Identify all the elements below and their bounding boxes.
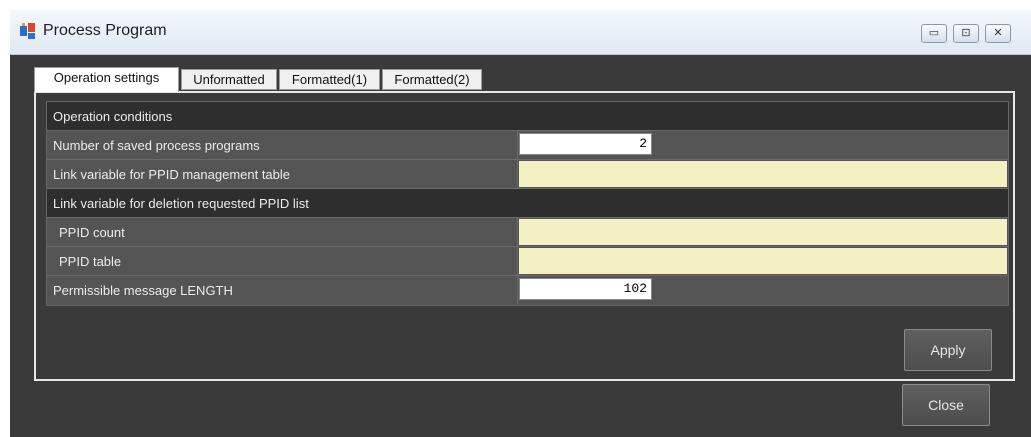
saved-programs-input[interactable]: 2 xyxy=(519,133,652,155)
setting-row: Number of saved process programs 2 xyxy=(47,131,1008,160)
window-title: Process Program xyxy=(43,22,167,39)
process-program-window: Process Program ▭ ⊡ ✕ Operation settings… xyxy=(10,10,1031,437)
link-ppid-table-field[interactable] xyxy=(519,161,1007,187)
tab-operation-settings[interactable]: Operation settings xyxy=(34,67,179,92)
close-button[interactable]: Close xyxy=(902,384,990,426)
section-header-row: Operation conditions xyxy=(47,102,1008,131)
ppid-count-label: PPID count xyxy=(59,225,125,240)
ppid-table-field[interactable] xyxy=(519,248,1007,274)
close-icon: ✕ xyxy=(993,27,1003,39)
apply-button[interactable]: Apply xyxy=(904,329,992,371)
app-icon xyxy=(20,23,35,39)
subsection-header-row: Link variable for deletion requested PPI… xyxy=(47,189,1008,218)
settings-grid: Operation conditions Number of saved pro… xyxy=(46,101,1009,306)
title-bar: Process Program ▭ ⊡ ✕ xyxy=(10,10,1031,55)
ppid-count-field[interactable] xyxy=(519,219,1007,245)
tab-formatted-1[interactable]: Formatted(1) xyxy=(279,69,380,90)
section-header: Operation conditions xyxy=(53,109,173,124)
setting-row: Permissible message LENGTH 102 xyxy=(47,276,1008,305)
setting-row: Link variable for PPID management table xyxy=(47,160,1008,189)
value-cell xyxy=(517,218,1008,246)
value-cell: 102 xyxy=(517,276,1008,304)
maximize-icon: ⊡ xyxy=(961,27,971,39)
tab-unformatted[interactable]: Unformatted xyxy=(181,69,277,90)
value-cell: 2 xyxy=(517,131,1008,159)
minimize-icon: ▭ xyxy=(928,27,940,39)
ppid-table-label: PPID table xyxy=(59,254,122,269)
value-cell xyxy=(517,247,1008,275)
deletion-list-label: Link variable for deletion requested PPI… xyxy=(53,196,309,211)
tab-formatted-2[interactable]: Formatted(2) xyxy=(382,69,482,90)
link-ppid-table-label: Link variable for PPID management table xyxy=(53,167,291,182)
operation-settings-panel: Operation conditions Number of saved pro… xyxy=(34,91,1015,381)
minimize-button[interactable]: ▭ xyxy=(921,24,947,43)
close-window-button[interactable]: ✕ xyxy=(985,24,1011,43)
message-length-label: Permissible message LENGTH xyxy=(53,283,233,298)
message-length-input[interactable]: 102 xyxy=(519,278,652,300)
setting-row: PPID table xyxy=(47,247,1008,276)
saved-programs-label: Number of saved process programs xyxy=(53,138,260,153)
value-cell xyxy=(517,160,1008,188)
setting-row: PPID count xyxy=(47,218,1008,247)
maximize-button[interactable]: ⊡ xyxy=(953,24,979,43)
